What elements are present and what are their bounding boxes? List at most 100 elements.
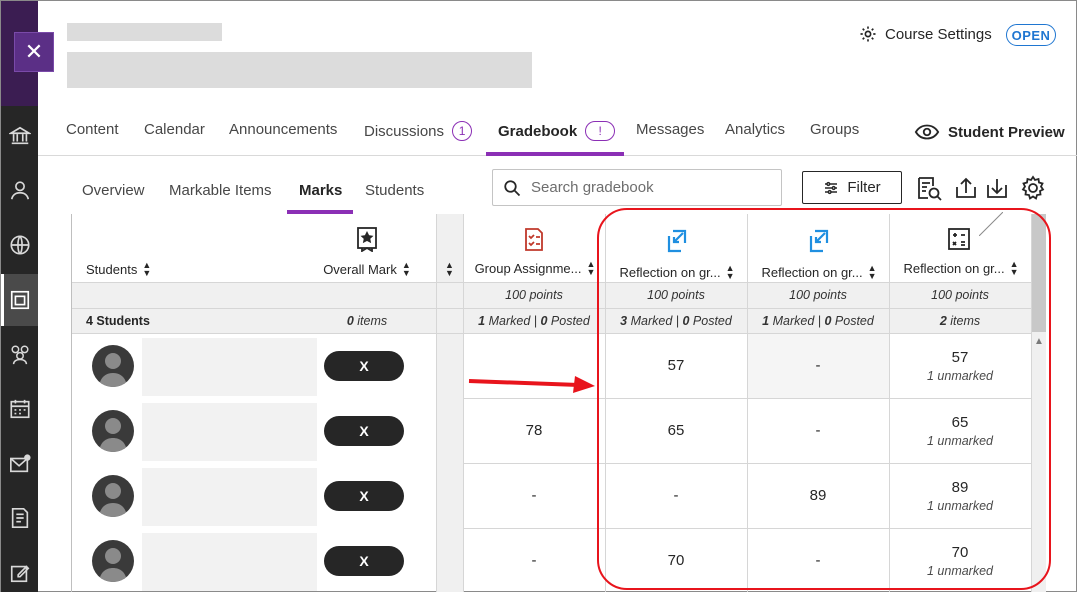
stat-text: Posted [547,314,590,328]
student-name-redacted[interactable] [142,403,317,461]
overall-mark-ribbon-icon [357,227,377,252]
sort-icon[interactable]: ▲ ▼ [402,261,411,277]
gear-icon [860,26,876,42]
sort-icon[interactable]: ▲ ▼ [726,264,735,280]
import-icon[interactable] [984,175,1010,201]
course-status-badge[interactable]: OPEN [1006,24,1056,46]
tab-discussions[interactable]: Discussions 1 [364,121,473,141]
grade-cell[interactable]: - [747,333,889,398]
calendar-icon[interactable] [9,398,31,420]
overall-mark-pill[interactable]: X [324,481,404,511]
settings-gear-icon[interactable] [1020,175,1046,201]
overall-items-summary: 0 items [302,309,432,333]
grade-cell[interactable]: - [747,398,889,463]
points-possible: 100 points [647,288,705,302]
courses-icon[interactable] [9,289,31,311]
gradebook-search[interactable] [492,169,782,206]
column-label: Overall Mark [323,261,397,277]
grade-cell[interactable]: 89 [747,463,889,528]
tab-groups[interactable]: Groups [810,121,859,138]
avatar [92,345,134,387]
tab-label: Discussions [364,122,445,140]
sort-icon[interactable]: ▲ ▼ [1010,260,1019,276]
subtab-students[interactable]: Students [365,182,424,199]
student-preview-button[interactable]: Student Preview [914,122,1065,142]
avatar [92,410,134,452]
tab-label: Groups [810,121,860,138]
column-label: Reflection on gr... [903,260,1005,276]
column-header-group-assignment[interactable]: Group Assignme... ▲ ▼ [463,214,605,282]
messages-icon[interactable] [9,453,31,475]
sort-icon[interactable]: ▲ ▼ [445,261,454,277]
tab-gradebook[interactable]: Gradebook! [498,121,616,141]
column-header-reflection-2[interactable]: Reflection on gr... ▲ ▼ [747,214,889,282]
subtab-marks[interactable]: Marks [299,182,342,199]
overall-mark-pill[interactable]: X [324,351,404,381]
groups-icon[interactable] [9,343,31,365]
stat-number: 0 [346,314,354,328]
tab-label: Calendar [144,121,205,138]
tab-analytics[interactable]: Analytics [725,121,785,138]
stat-text: Marked | [627,314,683,328]
tools-icon[interactable] [9,562,31,584]
column-header-reflection-3[interactable]: Reflection on gr... ▲ ▼ [889,212,1031,282]
stat-text: Marked | [769,314,825,328]
globe-icon[interactable] [9,234,31,256]
search-input[interactable] [531,179,771,196]
column-header-students[interactable]: Students ▲ ▼ [72,214,272,282]
profile-icon[interactable] [9,179,31,201]
grade-cell[interactable]: 57 [605,333,747,398]
grades-icon[interactable] [9,507,31,529]
grade-cell[interactable]: 70 1 unmarked [889,528,1031,592]
filter-sliders-icon [825,181,838,194]
unmarked-note: 1 unmarked [926,498,993,513]
stat-number: 0 [540,314,548,328]
grade-value: 57 [951,348,969,366]
column-header-divider[interactable]: ▲ ▼ [436,214,463,282]
sort-icon[interactable]: ▲ ▼ [587,260,596,276]
grade-cell[interactable]: 70 [605,528,747,592]
student-preview-label: Student Preview [948,123,1065,141]
subtab-markable-items[interactable]: Markable Items [169,182,272,199]
overall-mark-pill[interactable]: X [324,546,404,576]
grade-cell[interactable]: 89 1 unmarked [889,463,1031,528]
tab-calendar[interactable]: Calendar [144,121,205,138]
student-name-redacted[interactable] [142,338,317,396]
close-course-button[interactable]: ✕ [14,32,54,72]
grade-cell[interactable]: - [747,528,889,592]
subtab-overview[interactable]: Overview [82,182,145,199]
course-settings-label: Course Settings [885,25,992,43]
column-header-overall-mark[interactable]: Overall Mark ▲ ▼ [302,214,432,282]
export-icon[interactable] [953,175,979,201]
tab-announcements[interactable]: Announcements [229,121,337,138]
stat-number: 1 [762,314,770,328]
institution-icon[interactable] [9,125,31,147]
student-name-redacted[interactable] [142,533,317,591]
grade-cell[interactable]: 65 1 unmarked [889,398,1031,463]
grade-cell[interactable] [463,333,605,398]
sort-icon[interactable]: ▲ ▼ [142,261,151,277]
column-header-reflection-1[interactable]: Reflection on gr... ▲ ▼ [605,214,747,282]
course-settings-button[interactable]: Course Settings [859,25,992,43]
grade-cell[interactable]: - [463,528,605,592]
grade-value: 65 [951,413,969,431]
journal-link-icon [809,229,829,253]
grade-cell[interactable]: - [463,463,605,528]
sort-icon[interactable]: ▲ ▼ [868,264,877,280]
points-possible: 100 points [505,288,563,302]
grade-cell[interactable]: 78 [463,398,605,463]
student-name-redacted[interactable] [142,468,317,526]
grading-queue-icon[interactable] [916,175,942,201]
grade-cell[interactable]: - [605,463,747,528]
tab-content[interactable]: Content [66,121,119,138]
scroll-up-arrow-icon[interactable]: ▲ [1034,336,1044,347]
grade-value: 89 [951,478,969,496]
filter-button[interactable]: Filter [802,171,902,204]
overall-mark-pill[interactable]: X [324,416,404,446]
grade-cell[interactable]: 65 [605,398,747,463]
course-code-redacted [67,23,222,41]
assignment-checklist-icon [525,228,543,251]
grade-cell[interactable]: 57 1 unmarked [889,333,1031,398]
grid-scrollbar-thumb[interactable] [1032,214,1046,332]
tab-messages[interactable]: Messages [636,121,704,138]
